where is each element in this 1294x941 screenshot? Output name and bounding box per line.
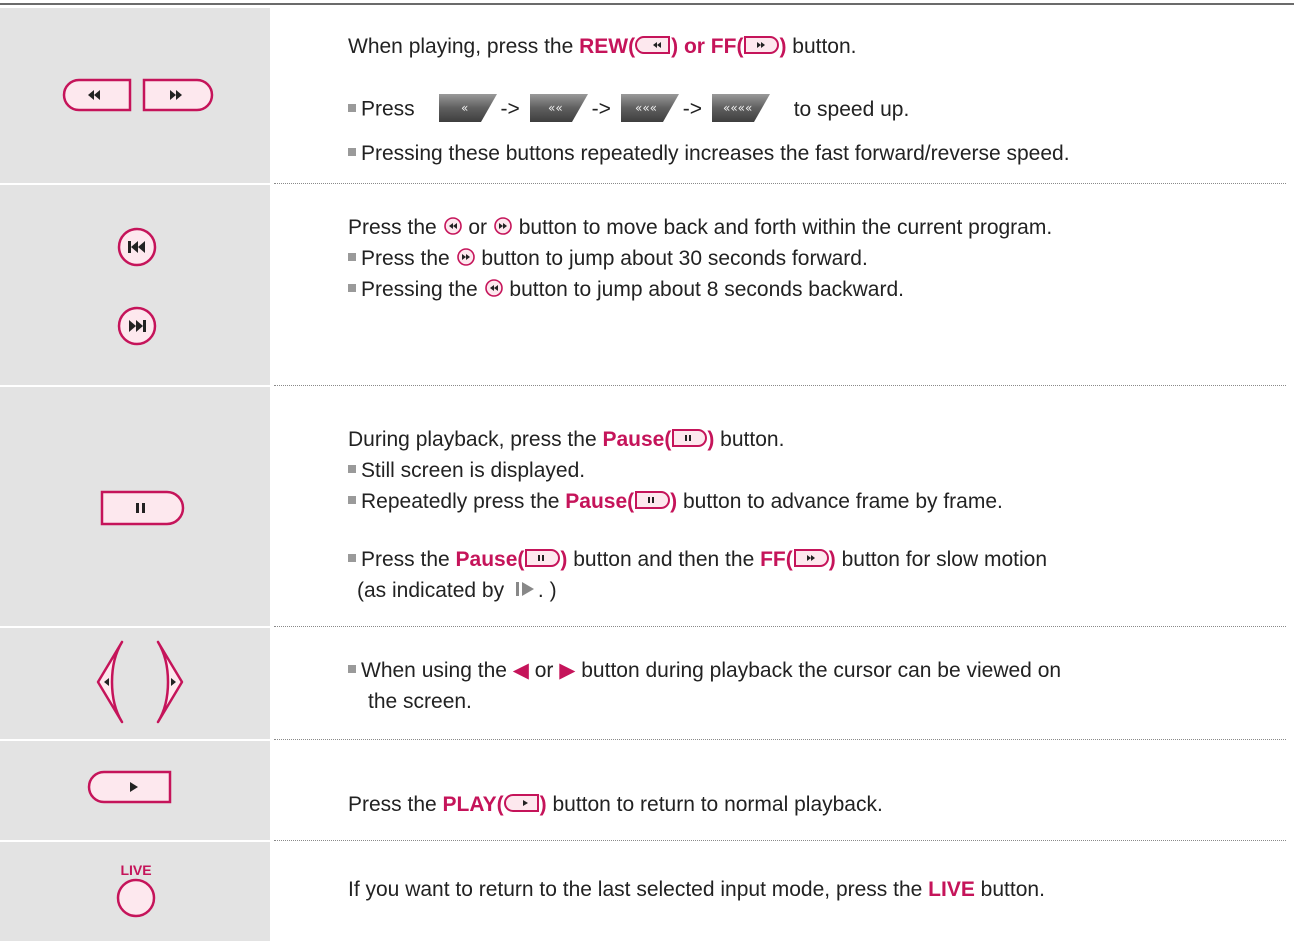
speed-steps: Press «-> «« -> ««« -> «««« to speed up. <box>348 94 909 124</box>
pause-button-icon <box>100 490 185 526</box>
repeat-speed-note: Pressing these buttons repeatedly increa… <box>348 141 1070 167</box>
bullet-square-icon <box>348 665 356 674</box>
speed-1-icon: « <box>438 94 497 122</box>
skip-forward-icon <box>456 248 475 267</box>
rew-ff-buttons-icon <box>62 78 214 112</box>
row-divider <box>274 183 1286 184</box>
bullet-square-icon <box>348 148 356 157</box>
svg-text:««««: «««« <box>723 101 752 115</box>
bullet-square-icon <box>348 496 356 505</box>
left-right-arrow-keys-icon <box>96 640 184 724</box>
row-separator <box>0 626 270 628</box>
skip-forward-icon <box>494 217 512 236</box>
top-rule <box>0 3 1294 5</box>
speed-4-icon: «««« <box>711 94 770 122</box>
skip-forward-button-icon <box>117 306 157 346</box>
bullet-square-icon <box>348 465 356 474</box>
bullet-square-icon <box>348 104 356 112</box>
cursor-instruction: When using the ◀ or ▶ button during play… <box>348 658 1061 684</box>
bullet-square-icon <box>348 554 356 563</box>
row-divider <box>274 385 1286 386</box>
skip-forward-note: Press the button to jump about 30 second… <box>348 246 868 272</box>
still-screen-note: Still screen is displayed. <box>348 458 585 484</box>
ff-button-icon <box>793 549 829 568</box>
skip-back-note: Pressing the button to jump about 8 seco… <box>348 277 904 303</box>
speed-2-icon: «« <box>529 94 588 122</box>
skip-instruction: Press the or button to move back and for… <box>348 216 1053 239</box>
row-divider <box>274 840 1286 841</box>
skip-back-icon <box>443 217 462 236</box>
svg-text:«: « <box>461 101 468 115</box>
row-divider <box>274 739 1286 740</box>
skip-back-button-icon <box>117 227 157 267</box>
live-instruction: If you want to return to the last select… <box>348 878 1045 901</box>
svg-text:««: «« <box>548 101 563 115</box>
bullet-square-icon <box>348 253 356 262</box>
play-icon <box>503 794 539 813</box>
pause-icon <box>635 491 671 510</box>
play-button-icon <box>87 770 172 804</box>
right-arrow-icon: ▶ <box>559 659 576 682</box>
slow-motion-indicator-line: (as indicated by . ) <box>357 579 557 602</box>
rew-ff-instruction: When playing, press the REW() or FF() bu… <box>348 35 857 58</box>
ff-button-icon <box>744 36 780 55</box>
pause-instruction: During playback, press the Pause() butto… <box>348 428 785 451</box>
live-icon-label: LIVE <box>120 862 152 878</box>
row-separator <box>0 385 270 387</box>
pause-icon <box>672 429 708 448</box>
speed-3-icon: ««« <box>620 94 679 122</box>
pause-icon <box>525 549 561 568</box>
slow-motion-note: Press the Pause() button and then the FF… <box>348 547 1047 573</box>
frame-advance-note: Repeatedly press the Pause() button to a… <box>348 489 1003 515</box>
svg-text:«««: ««« <box>635 101 657 115</box>
bullet-square-icon <box>348 284 356 293</box>
live-button-icon <box>116 878 156 918</box>
row-divider <box>274 626 1286 627</box>
slow-motion-icon <box>515 582 534 597</box>
play-instruction: Press the PLAY() button to return to nor… <box>348 793 883 816</box>
skip-back-icon <box>484 279 503 298</box>
cursor-instruction-line2: the screen. <box>368 690 472 713</box>
row-separator <box>0 840 270 842</box>
row-separator <box>0 739 270 741</box>
rew-button-icon <box>635 36 671 55</box>
left-arrow-icon: ◀ <box>512 659 529 682</box>
row-separator <box>0 183 270 185</box>
